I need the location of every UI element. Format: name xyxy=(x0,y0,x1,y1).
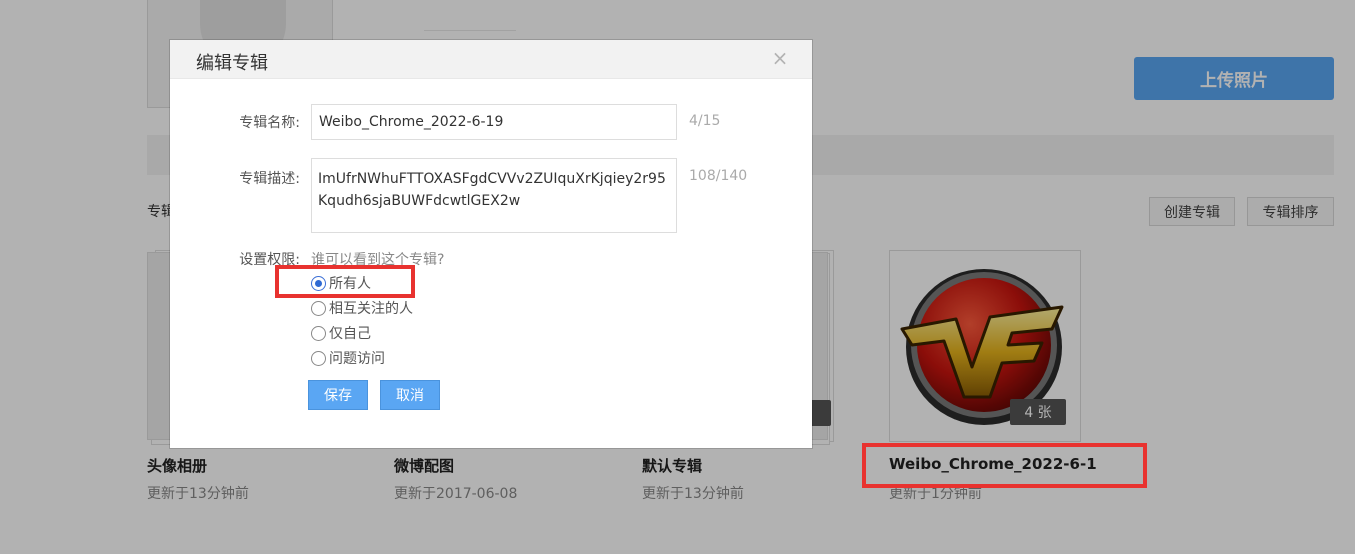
radio-label: 仅自己 xyxy=(329,326,371,342)
radio-option-question[interactable]: 问题访问 xyxy=(311,348,385,368)
desc-char-counter: 108/140 xyxy=(689,168,748,184)
album-desc-textarea[interactable]: ImUfrNWhuFTTOXASFgdCVVv2ZUIquXrKjqiey2r9… xyxy=(311,158,677,233)
dialog-header: 编辑专辑 × xyxy=(170,40,812,79)
radio-label: 问题访问 xyxy=(329,351,385,367)
edit-album-dialog: 编辑专辑 × 专辑名称: Weibo_Chrome_2022-6-19 4/15… xyxy=(170,40,812,448)
highlight-box xyxy=(275,265,415,298)
radio-button[interactable] xyxy=(311,300,326,316)
cancel-button[interactable]: 取消 xyxy=(380,380,440,410)
radio-option-self[interactable]: 仅自己 xyxy=(311,323,371,343)
close-icon[interactable]: × xyxy=(770,48,790,68)
name-char-counter: 4/15 xyxy=(689,113,721,129)
album-name-value: Weibo_Chrome_2022-6-19 xyxy=(319,114,504,130)
album-name-label: 专辑名称: xyxy=(239,115,300,131)
radio-button[interactable] xyxy=(311,325,326,341)
radio-option-mutual[interactable]: 相互关注的人 xyxy=(311,298,413,318)
album-name-input[interactable]: Weibo_Chrome_2022-6-19 xyxy=(311,104,677,140)
highlight-box xyxy=(862,443,1147,488)
radio-button[interactable] xyxy=(311,350,326,366)
album-desc-label: 专辑描述: xyxy=(239,171,300,187)
dialog-title: 编辑专辑 xyxy=(196,53,268,74)
save-button[interactable]: 保存 xyxy=(308,380,368,410)
radio-label: 相互关注的人 xyxy=(329,301,413,317)
